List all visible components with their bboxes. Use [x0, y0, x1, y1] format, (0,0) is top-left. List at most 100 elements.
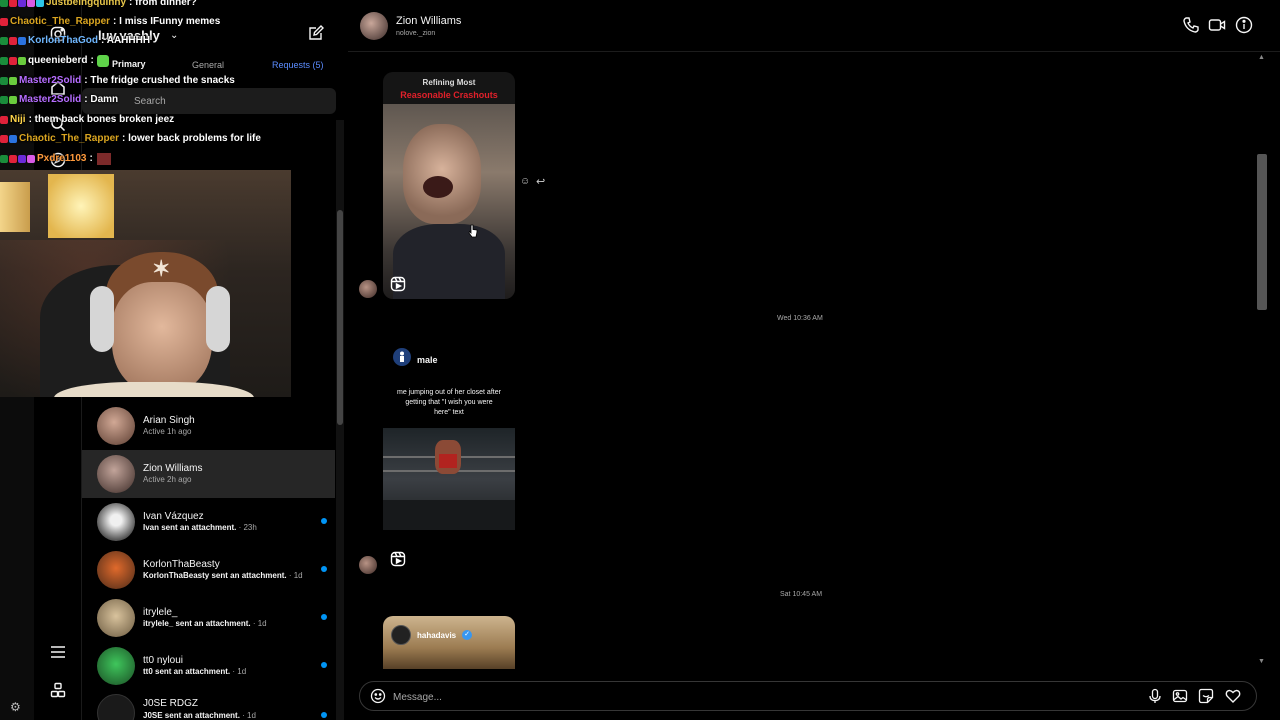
conversation-status: Active 2h ago [143, 475, 192, 485]
heart-icon[interactable] [1225, 688, 1242, 705]
timestamp: Sat 10:45 AM [780, 591, 823, 598]
stream-chat-user: Pxdre1103 [37, 153, 87, 164]
reply-icon[interactable]: ↩ [536, 175, 548, 188]
post-image [383, 428, 515, 530]
unread-dot [321, 662, 327, 668]
stream-chat-user: queenieberd [28, 55, 88, 66]
sender-avatar [359, 280, 377, 298]
reel-caption: Refining Most Reasonable Crashouts [383, 72, 515, 104]
stream-chat-message: queenieberd: [0, 52, 109, 69]
tab-primary[interactable]: Primary [112, 59, 146, 69]
sender-avatar [359, 556, 377, 574]
avatar [97, 407, 135, 445]
avatar [97, 455, 135, 493]
chat-avatar[interactable] [360, 12, 388, 40]
stream-chat-user: Chaotic_The_Rapper [10, 16, 111, 27]
tab-general[interactable]: General [192, 60, 224, 70]
stream-chat-user: Master2Solid [19, 75, 82, 86]
conversation-item-itrylele[interactable]: itrylele_ itrylele_ sent an attachment. ·… [82, 594, 335, 642]
stream-chat-text: : [89, 153, 93, 164]
stream-chat-text: : I miss IFunny memes [113, 16, 221, 27]
stream-chat-message: Chaotic_The_Rapper: I miss IFunny memes [0, 13, 220, 30]
webcam-overlay: ✶ [0, 170, 291, 397]
react-emoji-icon[interactable]: ☺ [520, 176, 532, 188]
stream-chat-text: : AAHHHH [101, 35, 151, 46]
sticker-icon[interactable] [1198, 688, 1215, 705]
unread-dot [321, 566, 327, 572]
shared-post-2[interactable]: male me jumping out of her closet after … [383, 340, 515, 532]
info-icon[interactable] [1235, 16, 1255, 36]
cap-logo-icon: ✶ [152, 256, 171, 282]
stream-chat-user: Justbeingquinny [46, 0, 126, 8]
conversation-item-jose[interactable]: J0SE RDGZ J0SE sent an attachment. · 1d [82, 690, 335, 720]
avatar [97, 551, 135, 589]
post-caption: me jumping out of her closet after getti… [397, 389, 501, 416]
stream-chat-user: Master2Solid [19, 94, 82, 105]
reels-icon [390, 276, 406, 292]
stream-chat-user: Niji [10, 114, 26, 125]
image-icon[interactable] [1172, 688, 1189, 705]
settings-icon[interactable]: ⚙ [10, 700, 24, 714]
tab-requests[interactable]: Requests (5) [272, 60, 324, 70]
stream-chat-message: Master2Solid: The fridge crushed the sna… [0, 72, 235, 89]
stream-chat-user: Chaotic_The_Rapper [19, 133, 120, 144]
conversation-time: · 1d [232, 667, 247, 677]
microphone-icon[interactable] [1147, 688, 1164, 705]
stream-chat-message: Chaotic_The_Rapper: lower back problems … [0, 130, 261, 147]
unread-dot [321, 712, 327, 718]
chat-scrollbar-thumb[interactable] [1257, 154, 1267, 310]
avatar [97, 503, 135, 541]
chat-scrollbar[interactable]: ▲ ▼ [1256, 52, 1268, 672]
post-author-name: male [417, 355, 438, 365]
chat-contact-name[interactable]: Zion Williams [396, 15, 461, 27]
conversation-time: · 23h [238, 523, 257, 533]
conversation-preview: KorlonThaBeasty sent an attachment. [143, 571, 287, 581]
unread-dot [321, 518, 327, 524]
conversation-item-ivan[interactable]: Ivan Vázquez Ivan sent an attachment. · 2… [82, 498, 335, 546]
conversation-preview: J0SE sent an attachment. [143, 710, 240, 720]
conversation-item-zion-williams[interactable]: Zion Williams Active 2h ago [82, 450, 335, 498]
phone-icon[interactable] [1182, 16, 1202, 36]
more-icon[interactable] [48, 680, 68, 700]
verified-badge-icon: ✓ [462, 630, 472, 640]
reel-thumbnail [383, 104, 515, 299]
conversation-name: tt0 nyloui [143, 654, 184, 666]
stream-chat-message: Niji: them back bones broken jeez [0, 111, 174, 128]
stream-chat-message: KorlonThaGod: AAHHHH [0, 32, 150, 49]
stream-chat-text: : from dinner? [129, 0, 197, 8]
conversation-item-tt0[interactable]: tt0 nyloui tt0 sent an attachment. · 1d [82, 642, 335, 690]
emote-icon [96, 54, 109, 67]
shared-reel-1[interactable]: Refining Most Reasonable Crashouts [383, 72, 515, 299]
reel-caption-red: Reasonable Crashouts [400, 90, 498, 100]
conversation-time: · 1d [288, 571, 303, 581]
compose-icon[interactable] [308, 25, 324, 41]
conversation-status: Active 1h ago [143, 427, 192, 437]
post-author-name: hahadavis [417, 631, 457, 640]
avatar [97, 647, 135, 685]
scroll-up-arrow[interactable]: ▲ [1258, 54, 1265, 61]
message-input[interactable] [393, 689, 1093, 705]
conversation-item-arian-singh[interactable]: Arian Singh Active 1h ago [82, 402, 335, 450]
chat-contact-username: nolove._zion [396, 30, 436, 37]
conversation-preview: tt0 sent an attachment. [143, 667, 231, 677]
menu-icon[interactable] [48, 642, 68, 662]
conversation-preview: Ivan sent an attachment. [143, 523, 237, 533]
conversation-name: Zion Williams [143, 462, 203, 474]
chat-header: Zion Williams nolove._zion [348, 0, 1280, 52]
search-placeholder: Search [134, 96, 166, 107]
scroll-down-arrow[interactable]: ▼ [1258, 658, 1265, 665]
inbox-scrollbar-thumb[interactable] [337, 210, 343, 425]
stream-chat-text: : lower back problems for life [122, 133, 261, 144]
stream-chat-message: Justbeingquinny: from dinner? [0, 0, 197, 11]
unread-dot [321, 614, 327, 620]
conversation-name: itrylele_ [143, 606, 178, 618]
chevron-down-icon[interactable]: ⌄ [170, 30, 178, 41]
shared-post-3[interactable]: hahadavis ✓ [383, 616, 515, 669]
emoji-icon[interactable] [370, 688, 387, 705]
video-call-icon[interactable] [1208, 16, 1228, 36]
stream-chat-text: : them back bones broken jeez [28, 114, 175, 125]
conversation-time: · 1d [242, 710, 256, 720]
conversation-item-korlonthabeasty[interactable]: KorlonThaBeasty KorlonThaBeasty sent an a… [82, 546, 335, 594]
conversation-preview: itrylele_ sent an attachment. [143, 619, 251, 629]
conversation-name: KorlonThaBeasty [143, 558, 220, 570]
